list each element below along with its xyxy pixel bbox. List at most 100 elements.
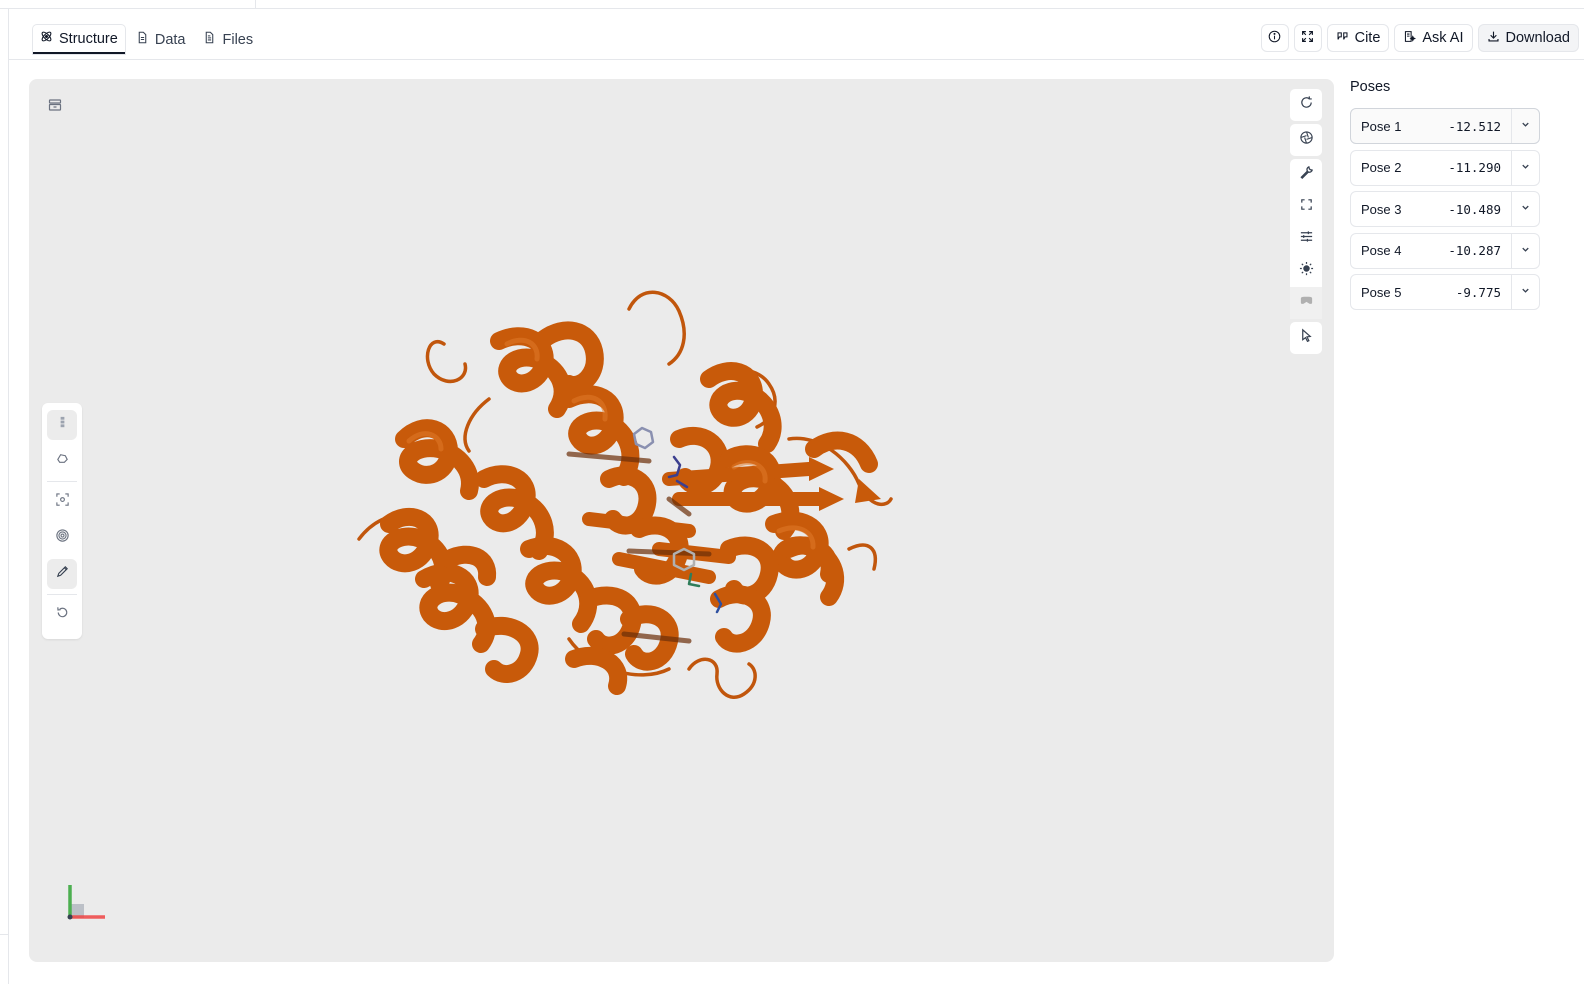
pose-select[interactable]: Pose 2 -11.290 (1351, 151, 1511, 185)
select-icon (55, 415, 70, 435)
protein-structure[interactable] (29, 79, 1334, 962)
pose-item: Pose 5 -9.775 (1350, 274, 1540, 310)
vr-button[interactable] (1290, 287, 1322, 319)
expand-icon (1301, 30, 1314, 47)
rotate-icon (1299, 95, 1314, 115)
wrench-button[interactable] (1290, 159, 1322, 191)
chevron-down-icon (1520, 242, 1531, 260)
layers-button[interactable] (45, 97, 65, 117)
pose-label: Pose 3 (1361, 201, 1402, 217)
pose-expand-button[interactable] (1511, 150, 1539, 185)
aperture-icon (1299, 130, 1314, 150)
fullscreen-button[interactable] (1290, 191, 1322, 223)
sun-icon (1299, 261, 1314, 281)
pose-score: -9.775 (1455, 284, 1501, 300)
target-tool-button[interactable] (47, 523, 77, 553)
tab-bar: Structure Data Files Cite Ask AI Downloa… (9, 9, 1584, 60)
atom-icon (40, 30, 53, 47)
pose-item: Pose 2 -11.290 (1350, 149, 1540, 186)
tabs: Structure Data Files (33, 25, 260, 54)
cite-button[interactable]: Cite (1326, 24, 1390, 52)
pointer-icon (1299, 328, 1314, 348)
aperture-button[interactable] (1290, 124, 1322, 156)
pose-expand-button[interactable] (1511, 109, 1539, 143)
cite-label: Cite (1354, 30, 1381, 46)
pose-select[interactable]: Pose 3 -10.489 (1351, 192, 1511, 226)
document-icon (136, 31, 149, 48)
layers-icon (47, 97, 63, 118)
axes-indicator (67, 885, 105, 920)
pose-score: -12.512 (1448, 118, 1501, 134)
chevron-down-icon (1520, 200, 1531, 218)
pen-icon (55, 564, 70, 584)
divider (47, 481, 77, 482)
right-toolbar-group (1290, 159, 1322, 319)
file-icon (203, 31, 216, 48)
pose-select[interactable]: Pose 5 -9.775 (1351, 275, 1511, 309)
focus-tool-button[interactable] (47, 487, 77, 517)
chevron-down-icon (1520, 283, 1531, 301)
pose-select[interactable]: Pose 1 -12.512 (1351, 109, 1511, 143)
download-label: Download (1505, 30, 1571, 46)
target-icon (55, 528, 70, 548)
quote-icon (1336, 30, 1349, 47)
molecule-viewer[interactable] (29, 79, 1334, 962)
pose-select[interactable]: Pose 4 -10.287 (1351, 234, 1511, 268)
fullscreen-icon (1299, 197, 1314, 217)
lasso-tool-button[interactable] (47, 446, 77, 476)
reset-tool-button[interactable] (47, 600, 77, 630)
sliders-icon (1299, 229, 1314, 249)
chevron-down-icon (1520, 117, 1531, 135)
rotate-button[interactable] (1290, 89, 1322, 121)
pose-item: Pose 3 -10.489 (1350, 191, 1540, 227)
info-icon (1268, 30, 1281, 47)
ask-ai-label: Ask AI (1422, 30, 1464, 46)
download-icon (1487, 30, 1500, 47)
right-toolbar-group (1290, 322, 1322, 354)
chevron-down-icon (1520, 159, 1531, 177)
pose-label: Pose 2 (1361, 160, 1402, 175)
pen-tool-button[interactable] (47, 559, 77, 589)
wrench-icon (1299, 165, 1314, 185)
focus-icon (55, 492, 70, 512)
pose-expand-button[interactable] (1511, 233, 1539, 268)
left-rail (0, 9, 9, 984)
poses-title: Poses (1350, 79, 1391, 95)
download-button[interactable]: Download (1477, 24, 1579, 52)
divider (0, 934, 9, 935)
left-tool-palette (42, 403, 82, 639)
poses-panel: Poses Pose 1 -12.512 Pose 2 -11.290 Pose… (1350, 79, 1540, 316)
tab-data[interactable]: Data (129, 25, 193, 54)
tab-label: Data (154, 31, 186, 48)
header-actions: Cite Ask AI Download (1260, 24, 1579, 52)
pose-label: Pose 4 (1361, 243, 1402, 258)
pose-score: -10.489 (1448, 201, 1501, 217)
select-tool-button[interactable] (47, 410, 77, 440)
tab-structure[interactable]: Structure (33, 25, 125, 54)
vr-icon (1299, 293, 1314, 313)
right-toolbar-group (1290, 89, 1322, 121)
right-viewer-toolbar (1290, 89, 1322, 354)
reset-icon (55, 605, 70, 625)
pose-label: Pose 5 (1361, 284, 1402, 300)
sparkle-doc-icon (1403, 30, 1417, 47)
divider (47, 594, 77, 595)
pointer-button[interactable] (1290, 322, 1322, 354)
tab-label: Structure (59, 30, 118, 47)
top-strip (0, 0, 1584, 9)
pose-item: Pose 1 -12.512 (1350, 108, 1540, 144)
pose-expand-button[interactable] (1511, 192, 1539, 226)
lighting-button[interactable] (1290, 255, 1322, 287)
right-toolbar-group (1290, 124, 1322, 156)
tab-files[interactable]: Files (196, 25, 260, 54)
lasso-icon (55, 451, 70, 471)
pose-label: Pose 1 (1361, 118, 1402, 134)
info-button[interactable] (1260, 24, 1289, 52)
pose-score: -10.287 (1448, 243, 1501, 258)
settings-button[interactable] (1290, 223, 1322, 255)
pose-item: Pose 4 -10.287 (1350, 232, 1540, 269)
ask-ai-button[interactable]: Ask AI (1394, 24, 1473, 52)
expand-button[interactable] (1293, 24, 1322, 52)
pose-expand-button[interactable] (1511, 275, 1539, 309)
tab-label: Files (222, 31, 254, 48)
